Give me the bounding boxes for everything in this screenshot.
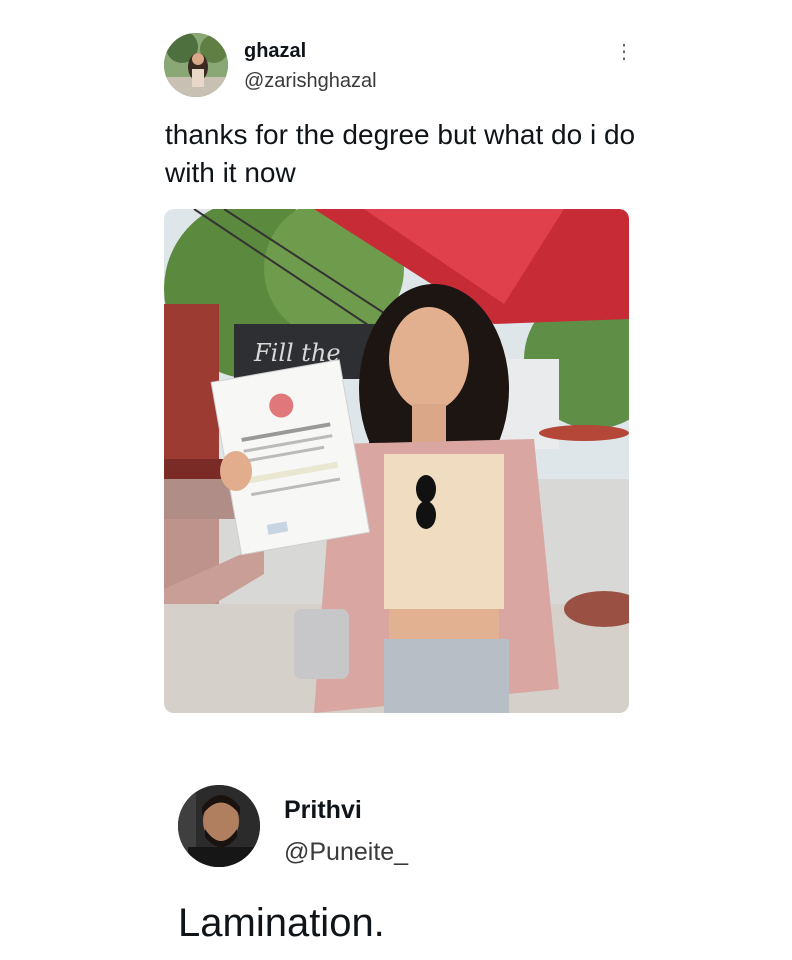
tweet-text: Lamination. bbox=[178, 901, 385, 945]
avatar-prithvi[interactable] bbox=[178, 785, 260, 867]
avatar-ghazal[interactable] bbox=[164, 33, 228, 97]
author-handle[interactable]: @Puneite_ bbox=[284, 838, 408, 867]
author-handle[interactable]: @zarishghazal bbox=[244, 70, 377, 93]
tweet-text: thanks for the degree but what do i do w… bbox=[165, 119, 636, 188]
author-name[interactable]: Prithvi bbox=[284, 796, 362, 825]
tweet-photo[interactable]: Fill the bbox=[164, 209, 629, 713]
author-name[interactable]: ghazal bbox=[244, 40, 306, 63]
more-options-icon[interactable]: ⋮ bbox=[614, 38, 634, 66]
